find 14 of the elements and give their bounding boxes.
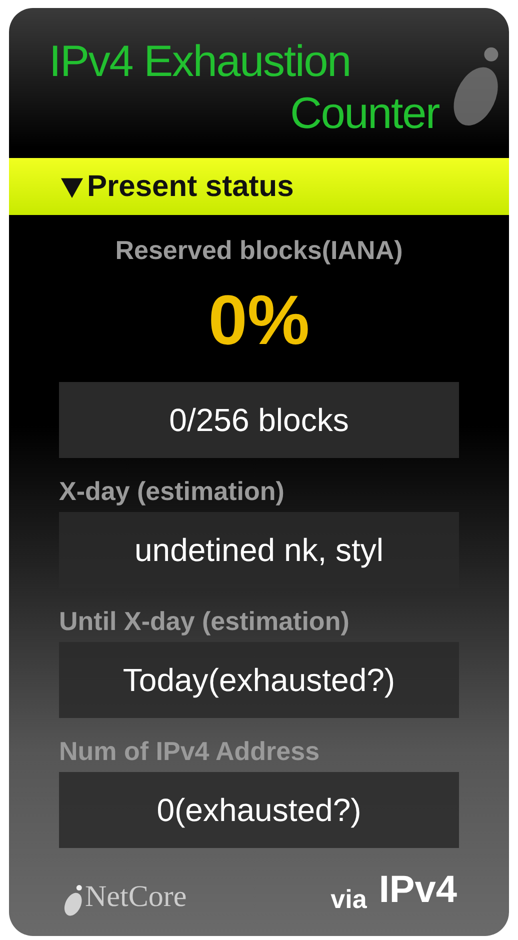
field-label: Reserved blocks(IANA) (114, 234, 404, 267)
app-title: IPv4 Exhaustion Counter (49, 36, 440, 140)
value-field: 0/256 blocks (59, 382, 459, 458)
field-label: X-day (estimation) (59, 475, 286, 508)
percentage-value: 0% (207, 280, 311, 361)
value-field: Today(exhausted?) (59, 642, 459, 718)
brand-name: NetCore (85, 879, 187, 915)
via-label: via (330, 883, 367, 916)
value-field: 0(exhausted?) (59, 772, 459, 848)
protocol-label: IPv4 (378, 868, 457, 913)
field-label: Num of IPv4 Address (59, 735, 321, 768)
section-header[interactable]: Present status (9, 158, 509, 215)
caret-down-icon (61, 176, 83, 198)
field-label: Until X-day (estimation) (59, 605, 350, 638)
